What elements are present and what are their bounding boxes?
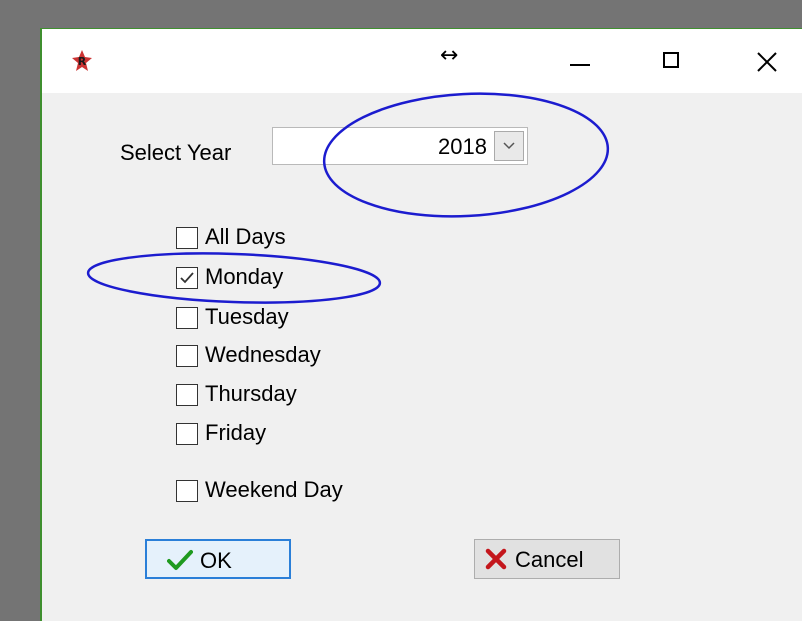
- year-combobox[interactable]: 2018: [272, 127, 528, 165]
- close-button[interactable]: [747, 45, 787, 79]
- checkbox-box[interactable]: [176, 384, 198, 406]
- dialog-window: R ↔ Select Year 2018 All Days Monday Tue…: [40, 28, 802, 621]
- checkmark-icon: [180, 272, 194, 284]
- checkbox-thursday[interactable]: Thursday: [176, 378, 416, 408]
- svg-text:R: R: [78, 55, 87, 68]
- chevron-down-icon: [503, 142, 515, 150]
- checkbox-box[interactable]: [176, 423, 198, 445]
- checkbox-wednesday[interactable]: Wednesday: [176, 339, 416, 369]
- check-icon: [167, 550, 193, 570]
- ok-label: OK: [200, 548, 232, 573]
- checkbox-friday[interactable]: Friday: [176, 417, 416, 447]
- ok-button[interactable]: OK: [145, 539, 291, 579]
- cancel-button[interactable]: Cancel: [474, 539, 620, 579]
- checkbox-label: All Days: [205, 224, 286, 249]
- maximize-button[interactable]: [652, 45, 692, 79]
- dropdown-button[interactable]: [494, 131, 524, 161]
- title-bar: R ↔: [42, 29, 802, 93]
- checkbox-box[interactable]: [176, 307, 198, 329]
- checkbox-monday[interactable]: Monday: [176, 261, 416, 291]
- cancel-label: Cancel: [515, 547, 584, 572]
- checkbox-box[interactable]: [176, 267, 198, 289]
- checkbox-box[interactable]: [176, 480, 198, 502]
- checkbox-label: Wednesday: [205, 342, 321, 367]
- checkbox-label: Friday: [205, 420, 267, 445]
- checkbox-label: Monday: [205, 264, 284, 289]
- checkbox-box[interactable]: [176, 345, 198, 367]
- checkbox-label: Thursday: [205, 381, 297, 406]
- checkbox-tuesday[interactable]: Tuesday: [176, 301, 416, 331]
- checkbox-label: Weekend Day: [205, 477, 343, 502]
- checkbox-all-days[interactable]: All Days: [176, 221, 416, 251]
- resize-cursor-icon: ↔: [440, 43, 459, 68]
- checkbox-weekend-day[interactable]: Weekend Day: [176, 474, 416, 504]
- app-logo-icon: R: [72, 50, 92, 71]
- year-value: 2018: [438, 134, 487, 159]
- close-icon: [757, 52, 777, 72]
- select-year-label: Select Year: [120, 140, 232, 165]
- checkbox-box[interactable]: [176, 227, 198, 249]
- x-icon: [485, 548, 507, 570]
- minimize-button[interactable]: [560, 45, 600, 79]
- checkbox-label: Tuesday: [205, 304, 289, 329]
